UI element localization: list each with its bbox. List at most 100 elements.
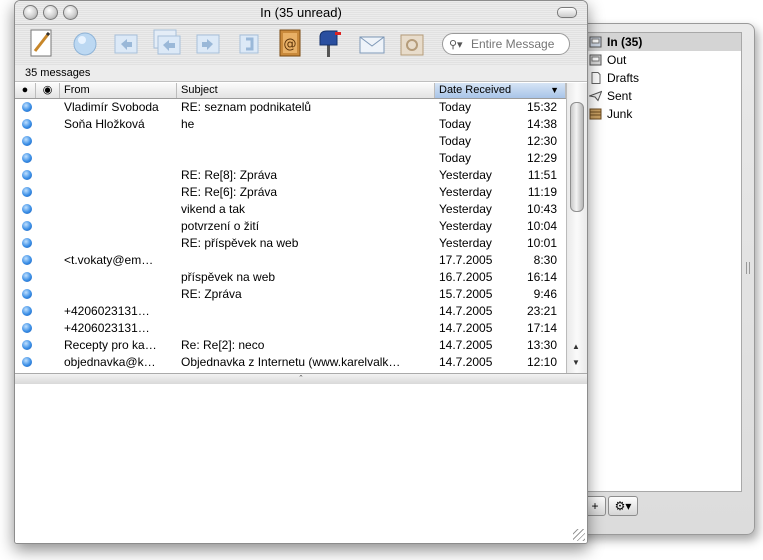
get-mail-icon[interactable]: [70, 27, 100, 59]
unread-icon: [22, 187, 32, 197]
from-column-header[interactable]: From: [60, 83, 177, 98]
message-row[interactable]: +4206023131… 14.7.2005 23:21: [15, 303, 566, 320]
mailbox-item-sent[interactable]: Sent: [585, 87, 741, 105]
mailbox-item-junk[interactable]: Junk: [585, 105, 741, 123]
unread-icon: [22, 289, 32, 299]
message-date: Yesterday: [439, 202, 492, 216]
search-input[interactable]: [469, 36, 565, 52]
message-time: 10:43: [526, 202, 557, 216]
message-time: 10:01: [526, 236, 557, 250]
message-subject: RE: příspěvek na web: [181, 236, 299, 250]
address-book-icon[interactable]: @: [275, 27, 305, 59]
message-row[interactable]: potvrzení o žití Yesterday 10:04: [15, 218, 566, 235]
message-row[interactable]: Today 12:30: [15, 133, 566, 150]
scroll-up-arrow[interactable]: ▲: [572, 342, 580, 351]
message-subject: RE: Re[6]: Zpráva: [181, 185, 278, 199]
search-icon[interactable]: ⚲▾: [449, 38, 463, 51]
svg-text:@: @: [284, 37, 297, 52]
message-preview-pane: [15, 384, 587, 543]
replied-column-header[interactable]: ◉: [36, 83, 60, 98]
unread-icon: [22, 170, 32, 180]
mailbox-item-drafts[interactable]: Drafts: [585, 69, 741, 87]
mailbox-icon[interactable]: [315, 27, 345, 59]
window-resize-grip[interactable]: [573, 529, 585, 541]
message-date: Yesterday: [439, 219, 492, 233]
drafts-icon: [591, 72, 601, 84]
message-time: 10:04: [526, 219, 557, 233]
message-subject: vikend a tak: [181, 202, 246, 216]
message-row[interactable]: Today 12:29: [15, 150, 566, 167]
message-row[interactable]: +4206023131… 14.7.2005 17:14: [15, 320, 566, 337]
reply-icon[interactable]: [111, 27, 141, 59]
unread-icon: [22, 204, 32, 214]
mailbox-item-out[interactable]: Out: [585, 51, 741, 69]
date-column-header[interactable]: Date Received ▼: [435, 83, 566, 98]
message-subject: RE: seznam podnikatelů: [181, 100, 312, 114]
unread-icon: [22, 119, 32, 129]
message-date: Yesterday: [439, 168, 492, 182]
junk-icon[interactable]: [397, 27, 427, 59]
message-from: +4206023131…: [64, 304, 150, 318]
compose-icon[interactable]: [27, 27, 57, 59]
reply-all-icon[interactable]: [152, 27, 182, 59]
unread-icon: [22, 221, 32, 231]
search-field[interactable]: ⚲▾: [442, 33, 570, 55]
message-row[interactable]: RE: Re[8]: Zpráva Yesterday 11:51: [15, 167, 566, 184]
message-time: 13:30: [526, 338, 557, 352]
message-row[interactable]: vikend a tak Yesterday 10:43: [15, 201, 566, 218]
drawer-resize-handle[interactable]: [746, 262, 750, 274]
mailbox-label: Sent: [607, 89, 632, 103]
mailbox-item-in[interactable]: In (35): [585, 33, 741, 51]
unread-icon: [22, 323, 32, 333]
inbox-icon: [589, 36, 602, 48]
message-date: Today: [439, 151, 472, 165]
unread-column-header[interactable]: ●: [15, 83, 36, 98]
message-from: objednavka@k…: [64, 355, 156, 369]
message-list-scrollbar[interactable]: ▲ ▼: [566, 83, 587, 373]
message-time: 17:14: [526, 321, 557, 335]
message-row[interactable]: RE: Re[6]: Zpráva Yesterday 11:19: [15, 184, 566, 201]
message-time: 16:14: [526, 270, 557, 284]
message-from: <t.vokaty@em…: [64, 253, 154, 267]
message-time: 15:32: [526, 100, 557, 114]
forward-icon[interactable]: [193, 27, 223, 59]
mailbox-action-button[interactable]: ⚙▾: [608, 496, 638, 516]
unread-icon: [22, 272, 32, 282]
scrollbar-thumb[interactable]: [570, 102, 584, 212]
message-row[interactable]: objednavka@k… Objednavka z Internetu (www…: [15, 354, 566, 371]
message-count: 35 messages: [15, 65, 587, 82]
date-column-label: Date Received: [439, 84, 512, 96]
mailbox-drawer: In (35) Out Drafts Sent Junk + ⚙▾: [575, 23, 755, 535]
message-row[interactable]: RE: Zpráva 15.7.2005 9:46: [15, 286, 566, 303]
mailbox-label: In (35): [607, 35, 643, 49]
message-subject: příspěvek na web: [181, 270, 276, 284]
title-bar[interactable]: In (35 unread): [15, 1, 587, 25]
subject-column-header[interactable]: Subject: [177, 83, 435, 98]
message-row[interactable]: Vladimír Svoboda RE: seznam podnikatelů To…: [15, 99, 566, 116]
unread-icon: [22, 102, 32, 112]
unread-icon: [22, 136, 32, 146]
toolbar: @ ⚲▾: [15, 25, 587, 65]
message-row[interactable]: RE: příspěvek na web Yesterday 10:01: [15, 235, 566, 252]
message-date: 17.7.2005: [439, 253, 493, 267]
mailbox-label: Out: [607, 53, 627, 67]
mailbox-list: In (35) Out Drafts Sent Junk: [584, 32, 742, 492]
message-date: Today: [439, 134, 472, 148]
mailbox-label: Drafts: [607, 71, 640, 85]
message-date: 14.7.2005: [439, 304, 493, 318]
sort-descending-icon: ▼: [550, 85, 559, 95]
message-subject: Re: Re[2]: neco: [181, 338, 265, 352]
message-date: Yesterday: [439, 185, 492, 199]
message-from: Soňa Hložková: [64, 117, 145, 131]
message-time: 9:46: [533, 287, 557, 301]
message-subject: RE: Re[8]: Zpráva: [181, 168, 278, 182]
message-list: Vladimír Svoboda RE: seznam podnikatelů To…: [15, 99, 566, 373]
redirect-icon[interactable]: [234, 27, 264, 59]
message-row[interactable]: <t.vokaty@em… 17.7.2005 8:30: [15, 252, 566, 269]
message-row[interactable]: Recepty pro ka… Re: Re[2]: neco 14.7.2005 1…: [15, 337, 566, 354]
send-icon[interactable]: [357, 27, 387, 59]
message-row[interactable]: Soňa Hložková he Today 14:38: [15, 116, 566, 133]
toolbar-toggle-button[interactable]: [557, 7, 577, 18]
message-row[interactable]: příspěvek na web 16.7.2005 16:14: [15, 269, 566, 286]
scroll-down-arrow[interactable]: ▼: [572, 358, 580, 367]
